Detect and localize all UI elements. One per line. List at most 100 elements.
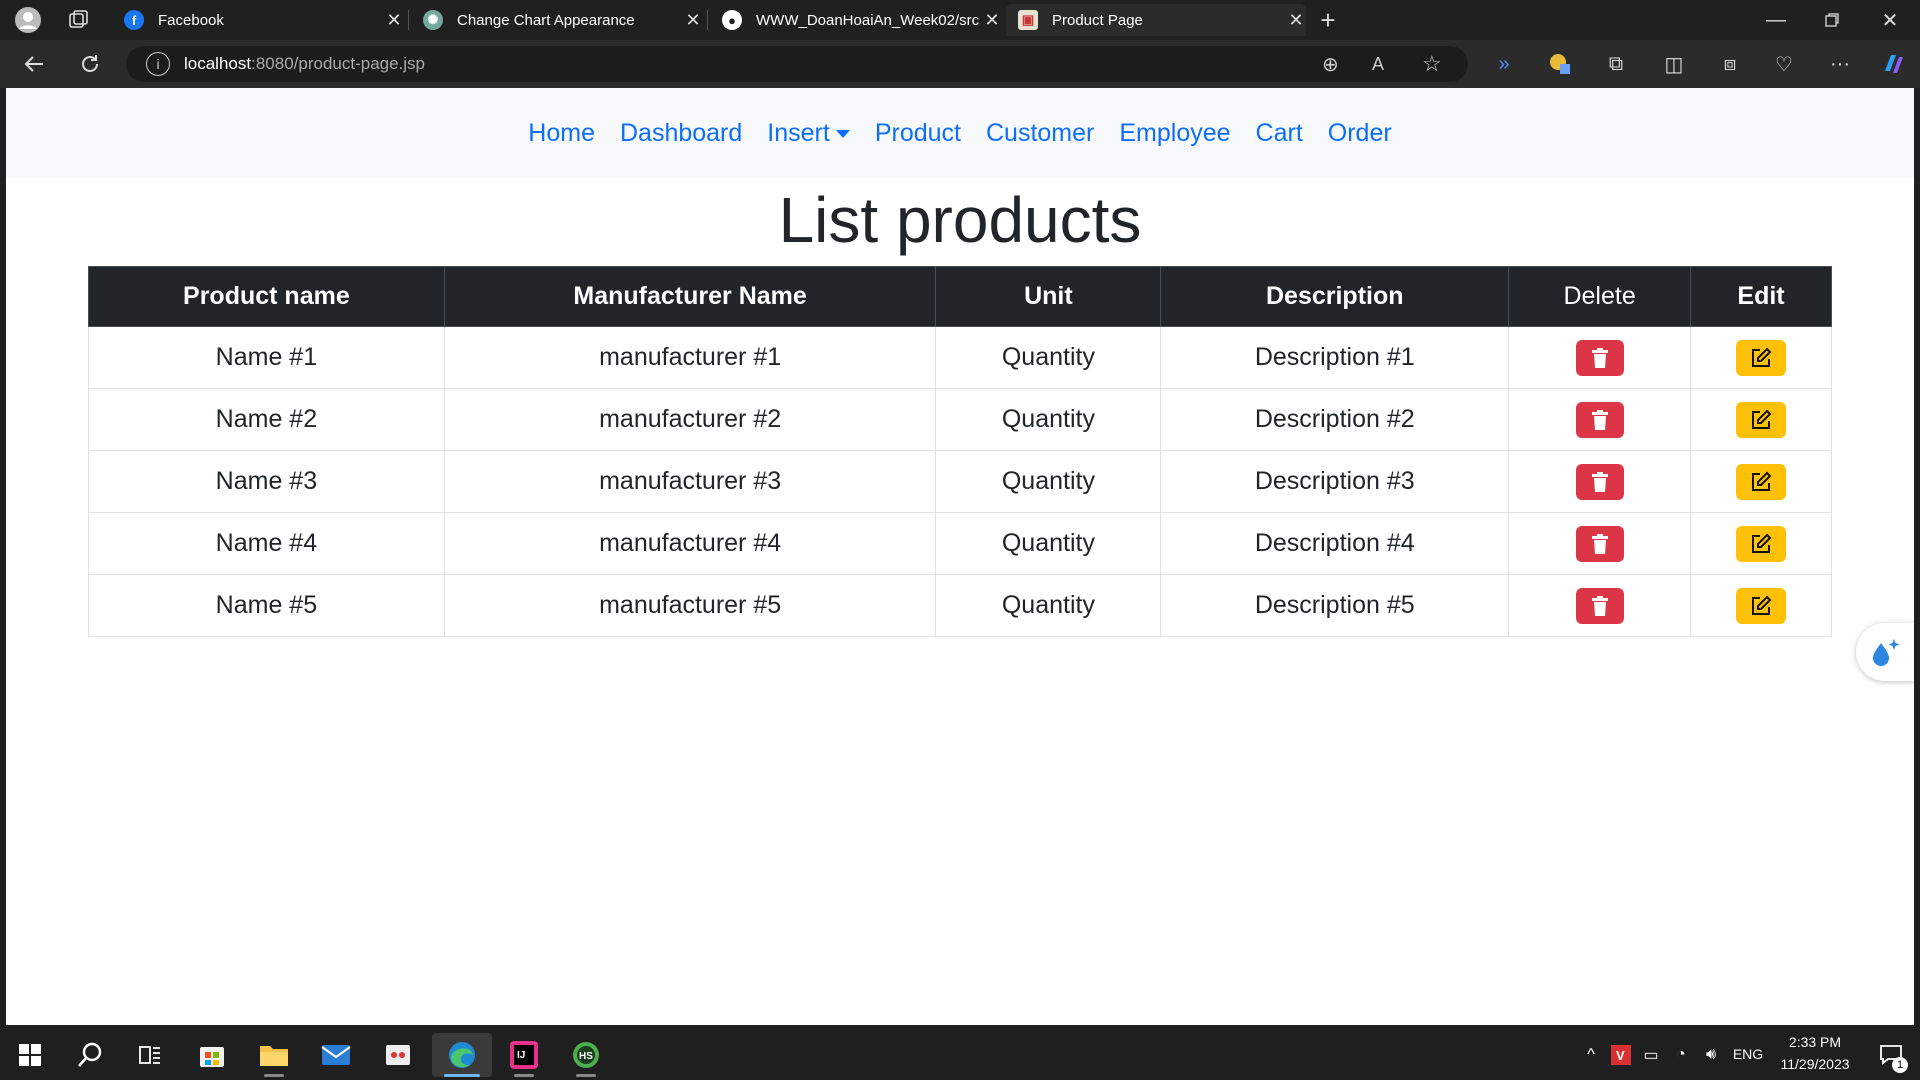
cell-delete — [1508, 326, 1692, 389]
snipping-tool-icon[interactable] — [368, 1033, 428, 1077]
edit-button[interactable] — [1736, 587, 1787, 624]
nav-dashboard[interactable]: Dashboard — [607, 119, 754, 148]
nav-employee[interactable]: Employee — [1107, 119, 1243, 148]
header-unit: Unit — [935, 266, 1162, 327]
products-table: Product name Manufacturer Name Unit Desc… — [88, 266, 1832, 637]
edge-browser-icon[interactable] — [432, 1033, 492, 1077]
split-screen-icon[interactable]: ◫ — [1658, 48, 1690, 80]
delete-button[interactable] — [1575, 339, 1624, 376]
tab-title: Change Chart Appearance — [457, 11, 635, 29]
cell-description: Description #2 — [1160, 388, 1510, 451]
notification-count-badge: 1 — [1892, 1057, 1908, 1073]
copilot-icon[interactable] — [1878, 48, 1910, 80]
refresh-icon[interactable] — [74, 48, 106, 80]
mail-icon[interactable] — [306, 1033, 366, 1077]
browser-toolbar: i localhost:8080/product-page.jsp ⊕ A ☆ … — [0, 40, 1920, 88]
close-window-icon[interactable]: ✕ — [1874, 4, 1906, 36]
url-host: localhost — [184, 54, 252, 73]
tab-github[interactable]: ● WWW_DoanHoaiAn_Week02/src ✕ — [710, 4, 1002, 36]
edit-button[interactable] — [1736, 339, 1787, 376]
cell-manufacturer: manufacturer #3 — [443, 450, 937, 513]
address-bar[interactable]: i localhost:8080/product-page.jsp ⊕ A ☆ — [126, 46, 1468, 82]
new-tab-icon[interactable]: + — [1312, 4, 1344, 36]
trash-icon — [1591, 533, 1608, 554]
hotspot-shield-icon[interactable]: HS — [556, 1033, 616, 1077]
color-picker-extension-icon[interactable] — [1544, 48, 1576, 80]
clock-time[interactable]: 2:33 PM — [1770, 1034, 1860, 1050]
nav-order[interactable]: Order — [1315, 119, 1404, 148]
tab-close-icon[interactable]: ✕ — [683, 10, 703, 31]
wifi-icon[interactable]: ◔ — [1666, 1033, 1696, 1077]
notifications-icon[interactable]: 1 — [1866, 1033, 1916, 1077]
minimize-icon[interactable]: — — [1760, 4, 1792, 36]
zoom-icon[interactable]: ⊕ — [1322, 52, 1339, 77]
cell-edit — [1690, 574, 1832, 637]
trash-icon — [1591, 347, 1608, 368]
edit-button[interactable] — [1736, 525, 1787, 562]
tab-change-chart-appearance[interactable]: ✺ Change Chart Appearance ✕ — [411, 4, 703, 36]
workspaces-icon[interactable] — [62, 4, 94, 36]
windows-start-icon[interactable] — [0, 1033, 60, 1077]
cell-description: Description #5 — [1160, 574, 1510, 637]
cell-description: Description #3 — [1160, 450, 1510, 513]
profile-avatar-icon[interactable] — [12, 4, 44, 36]
edit-button[interactable] — [1736, 401, 1787, 438]
intellij-idea-icon[interactable]: IJ — [494, 1033, 554, 1077]
delete-button[interactable] — [1575, 525, 1624, 562]
tab-close-icon[interactable]: ✕ — [384, 10, 404, 31]
extensions-puzzle-icon[interactable]: ⧉ — [1600, 48, 1632, 80]
svg-text:HS: HS — [579, 1051, 593, 1062]
more-options-icon[interactable]: ··· — [1824, 48, 1856, 80]
restore-icon[interactable] — [1816, 4, 1848, 36]
tab-product-page[interactable]: ▣ Product Page ✕ — [1006, 4, 1306, 36]
nav-customer[interactable]: Customer — [974, 119, 1107, 148]
nav-insert-dropdown[interactable]: Insert — [755, 119, 863, 148]
battery-icon[interactable]: ▭ — [1636, 1033, 1666, 1077]
tab-close-icon[interactable]: ✕ — [982, 10, 1002, 31]
cell-edit — [1690, 450, 1832, 513]
table-row: Name #5 manufacturer #5 Quantity Descrip… — [88, 574, 1832, 637]
clock-date[interactable]: 11/29/2023 — [1770, 1056, 1860, 1072]
edit-pencil-icon — [1752, 347, 1772, 367]
table-row: Name #1 manufacturer #1 Quantity Descrip… — [88, 326, 1832, 389]
nav-cart[interactable]: Cart — [1243, 119, 1315, 148]
cell-manufacturer: manufacturer #4 — [443, 512, 937, 575]
delete-button[interactable] — [1575, 463, 1624, 500]
microsoft-store-icon[interactable] — [182, 1033, 242, 1077]
github-icon: ● — [722, 10, 742, 30]
back-icon[interactable] — [18, 48, 50, 80]
header-delete: Delete — [1508, 266, 1692, 327]
favorite-star-icon[interactable]: ☆ — [1422, 51, 1442, 77]
cell-product-name: Name #1 — [88, 326, 445, 389]
delete-button[interactable] — [1575, 587, 1624, 624]
antivirus-tray-icon[interactable]: V — [1606, 1033, 1636, 1077]
show-hidden-icons-chevron-icon[interactable]: ^ — [1576, 1033, 1606, 1077]
cell-unit: Quantity — [935, 326, 1162, 389]
tab-facebook[interactable]: f Facebook ✕ — [112, 4, 404, 36]
edit-button[interactable] — [1736, 463, 1787, 500]
nav-product[interactable]: Product — [862, 119, 973, 148]
task-view-icon[interactable] — [120, 1033, 180, 1077]
file-explorer-icon[interactable] — [244, 1033, 304, 1077]
nav-home[interactable]: Home — [516, 119, 608, 148]
delete-button[interactable] — [1575, 401, 1624, 438]
floating-assistant-widget[interactable] — [1856, 623, 1914, 681]
svg-text:V: V — [1616, 1048, 1625, 1063]
input-language[interactable]: ENG — [1730, 1046, 1766, 1062]
search-icon[interactable] — [60, 1033, 120, 1077]
cell-product-name: Name #2 — [88, 388, 445, 451]
windows-taskbar: IJ HS ^ V ▭ ◔ 🔊︎ ENG 2:33 PM 11/29/2023 … — [0, 1030, 1920, 1080]
chatgpt-icon: ✺ — [423, 10, 443, 30]
svg-text:IJ: IJ — [517, 1050, 525, 1061]
edit-pencil-icon — [1752, 595, 1772, 615]
read-aloud-icon[interactable]: A — [1372, 54, 1384, 75]
site-info-icon[interactable]: i — [146, 52, 170, 76]
header-edit: Edit — [1690, 266, 1832, 327]
tab-close-icon[interactable]: ✕ — [1286, 10, 1306, 31]
browser-essentials-icon[interactable]: ♡ — [1768, 48, 1800, 80]
volume-icon[interactable]: 🔊︎ — [1696, 1033, 1726, 1077]
cell-unit: Quantity — [935, 512, 1162, 575]
collections-icon[interactable]: ⧈ — [1714, 48, 1746, 80]
edit-pencil-icon — [1752, 533, 1772, 553]
extension-icon[interactable]: » — [1488, 48, 1520, 80]
